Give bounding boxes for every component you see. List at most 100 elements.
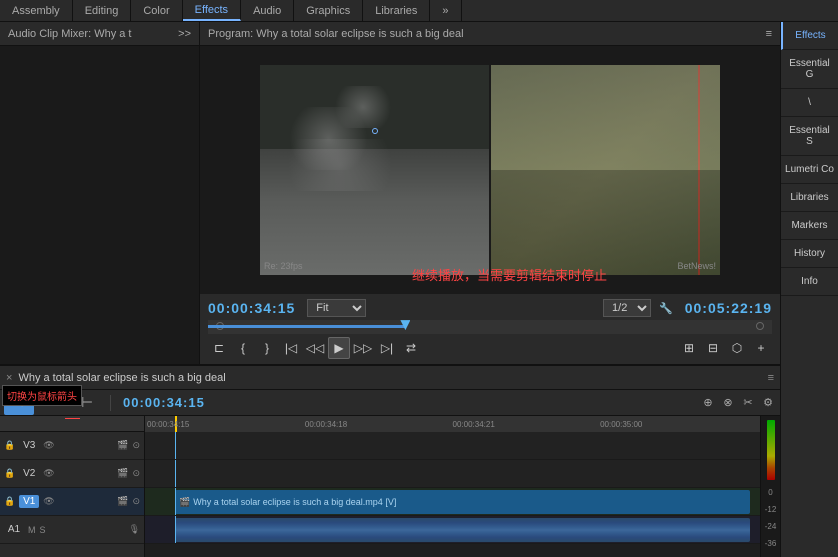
vol-mark-2: -24 <box>765 522 777 531</box>
video-clip-v1[interactable]: 🎬 Why a total solar eclipse is such a bi… <box>175 490 750 514</box>
ruler-mark-3: 00:00:35:00 <box>600 420 642 429</box>
eclipse-marker <box>372 128 378 134</box>
v1-track[interactable]: 🎬 Why a total solar eclipse is such a bi… <box>145 488 760 516</box>
go-in-button[interactable]: |◁ <box>280 337 302 359</box>
eye-v2[interactable]: 👁 <box>43 468 54 479</box>
solo-a1[interactable]: S <box>40 525 46 535</box>
timeline-ruler: 00:00:34:15 00:00:34:18 00:00:34:21 00:0… <box>145 416 760 432</box>
v3-track[interactable] <box>145 432 760 460</box>
transport-controls: ⊏ { } |◁ ◁◁ ▶ ▷▷ ▷| ⇄ ⊞ ⊟ ⬡ + <box>200 334 780 362</box>
overwrite-button[interactable]: ⊟ <box>702 337 724 359</box>
track-controls: 🔒 V3 👁 🎬 ⊙ 🔒 V2 👁 🎬 ⊙ <box>0 416 145 557</box>
rewind-button[interactable]: ◁◁ <box>304 337 326 359</box>
top-nav: Assembly Editing Color Effects Audio Gra… <box>0 0 838 22</box>
toggle-v1[interactable]: ⊙ <box>132 496 140 507</box>
timeline-header: × Why a total solar eclipse is such a bi… <box>0 366 780 390</box>
right-panel: Effects Essential G \ Essential S Lumetr… <box>780 22 838 557</box>
timeline-settings-icon[interactable]: ⚙ <box>760 395 776 411</box>
film-v2[interactable]: 🎬 <box>117 468 128 479</box>
timeline-magnet-icon[interactable]: ⊗ <box>720 395 736 411</box>
video-tc-right: BetNews! <box>677 261 716 271</box>
playhead-bar-inner <box>208 320 772 334</box>
nav-editing[interactable]: Editing <box>73 0 132 21</box>
right-panel-info[interactable]: Info <box>781 268 838 296</box>
insert-button[interactable]: ⊞ <box>678 337 700 359</box>
right-panel-lumetri[interactable]: Lumetri Co <box>781 156 838 184</box>
volume-meter: 0 -12 -24 -36 <box>760 416 780 557</box>
timeline-tracks-area[interactable]: 00:00:34:15 00:00:34:18 00:00:34:21 00:0… <box>145 416 760 557</box>
a1-track[interactable] <box>145 516 760 544</box>
v2-track[interactable] <box>145 460 760 488</box>
playhead-line-v1 <box>175 488 176 515</box>
expand-arrow[interactable]: >> <box>178 28 191 40</box>
lock-v3[interactable]: 🔒 <box>4 440 15 451</box>
monitor-menu-icon[interactable]: ≡ <box>766 28 772 40</box>
playhead-bar[interactable] <box>208 320 772 334</box>
nav-color[interactable]: Color <box>131 0 182 21</box>
vol-mark-1: -12 <box>765 505 777 514</box>
lock-v1[interactable]: 🔒 <box>4 496 15 507</box>
nav-graphics[interactable]: Graphics <box>294 0 363 21</box>
mic-a1[interactable]: 🎙 <box>129 524 140 535</box>
timecode-row: 00:00:34:15 Fit 100% 50% 1/2 Full 1/4 � <box>200 296 780 320</box>
fit-selector[interactable]: Fit 100% 50% <box>307 299 366 317</box>
annotation-switch-tool: 切换为鼠标箭头 <box>2 385 82 406</box>
nav-assembly[interactable]: Assembly <box>0 0 73 21</box>
fast-fwd-button[interactable]: ▷▷ <box>352 337 374 359</box>
timeline-snap-icon[interactable]: ⊕ <box>700 395 716 411</box>
timeline-close-btn[interactable]: × <box>6 372 12 384</box>
monitor-controls: 00:00:34:15 Fit 100% 50% 1/2 Full 1/4 � <box>200 294 780 364</box>
timeline-scissors-icon[interactable]: ✂ <box>740 395 756 411</box>
film-v1[interactable]: 🎬 <box>117 496 128 507</box>
film-v3[interactable]: 🎬 <box>117 440 128 451</box>
right-panel-effects[interactable]: Effects <box>781 22 838 50</box>
quality-selector[interactable]: 1/2 Full 1/4 <box>603 299 651 317</box>
right-panel-essential-g[interactable]: Essential G <box>781 50 838 89</box>
track-row-v2: 🔒 V2 👁 🎬 ⊙ <box>0 460 144 488</box>
video-tc-left: Re: 23fps <box>264 261 303 271</box>
loop-button[interactable]: ⇄ <box>400 337 422 359</box>
video-frame: Re: 23fps BetNews! <box>260 65 720 275</box>
play-button[interactable]: ▶ <box>328 337 350 359</box>
toggle-v3[interactable]: ⊙ <box>132 440 140 451</box>
mark-in-button[interactable]: { <box>232 337 254 359</box>
nav-audio[interactable]: Audio <box>241 0 294 21</box>
eye-v1[interactable]: 👁 <box>43 496 54 507</box>
annotation-arrow <box>65 418 80 419</box>
audio-clip-a1[interactable] <box>175 518 750 542</box>
video-clip-label: Why a total solar eclipse is such a big … <box>193 497 396 507</box>
track-label-v2: V2 <box>19 468 39 479</box>
lock-v2[interactable]: 🔒 <box>4 468 15 479</box>
timeline-section: × Why a total solar eclipse is such a bi… <box>0 364 780 557</box>
nav-more[interactable]: » <box>430 0 461 21</box>
right-panel-markers[interactable]: Markers <box>781 212 838 240</box>
vol-mark-0: 0 <box>768 488 772 497</box>
main-layout: Audio Clip Mixer: Why a t >> Program: Wh… <box>0 22 838 557</box>
export-frame-button[interactable]: ⬡ <box>726 337 748 359</box>
video-display: Re: 23fps BetNews! 继续播放，当需要剪辑结束时停止 <box>200 46 780 294</box>
timeline-menu-icon[interactable]: ≡ <box>768 372 774 384</box>
timeline-tools-row: ↖ ↠ ⊢ 00:00:34:15 ⊕ ⊗ ✂ ⚙ <box>0 390 780 416</box>
wrench-icon[interactable]: 🔧 <box>659 302 673 315</box>
go-out-button[interactable]: ▷| <box>376 337 398 359</box>
toggle-v2[interactable]: ⊙ <box>132 468 140 479</box>
add-marker-button[interactable]: + <box>750 337 772 359</box>
clip-mixer-title: Audio Clip Mixer: Why a t <box>8 28 131 40</box>
vol-mark-3: -36 <box>765 539 777 548</box>
right-panel-essential-s[interactable]: Essential S <box>781 117 838 156</box>
volume-bar-left <box>767 420 775 480</box>
track-label-a1: A1 <box>4 524 24 535</box>
right-panel-history[interactable]: History <box>781 240 838 268</box>
ruler-mark-2: 00:00:34:21 <box>453 420 495 429</box>
video-clip-icon: 🎬 <box>179 497 190 508</box>
mark-out-button[interactable]: } <box>256 337 278 359</box>
mute-a1[interactable]: M <box>28 525 36 535</box>
nav-effects[interactable]: Effects <box>183 0 241 21</box>
circle-right <box>756 322 764 330</box>
eye-v3[interactable]: 👁 <box>43 440 54 451</box>
prev-edit-button[interactable]: ⊏ <box>208 337 230 359</box>
right-panel-libraries[interactable]: Libraries <box>781 184 838 212</box>
playhead-line-left <box>208 325 405 328</box>
nav-libraries[interactable]: Libraries <box>363 0 430 21</box>
playhead-line-v2 <box>175 460 176 487</box>
